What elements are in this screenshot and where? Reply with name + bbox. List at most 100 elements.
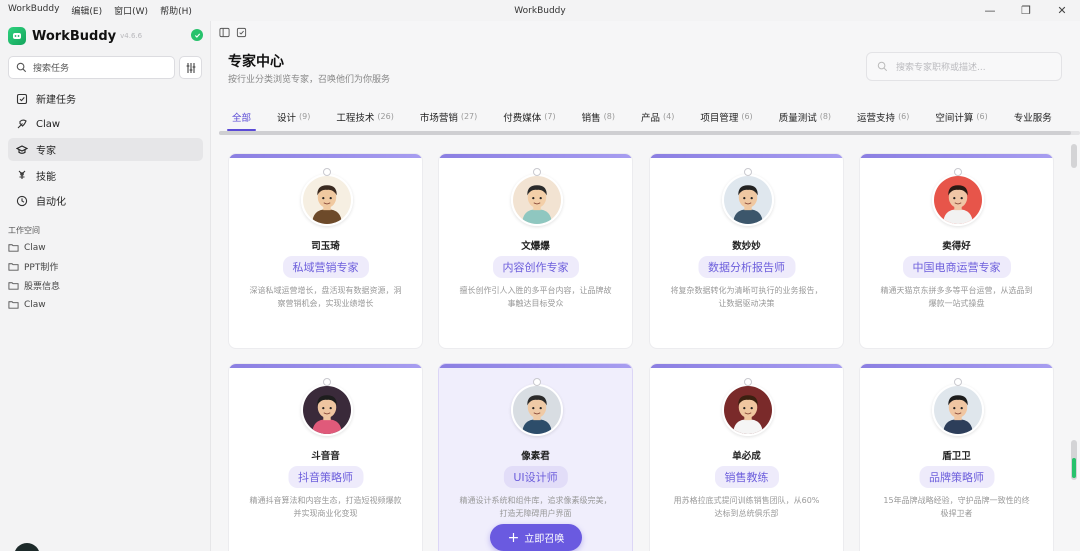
sidebar-item-claw[interactable]: Claw	[8, 113, 203, 136]
expert-card[interactable]: 司玉琦 私域营销专家 深谙私域运营增长，盘活现有数据资源，洞察营销机会，实现业绩增长	[228, 153, 423, 349]
user-avatar[interactable]	[14, 543, 40, 551]
title-bar: WorkBuddy 编辑(E) 窗口(W) 帮助(H) WorkBuddy — …	[0, 0, 1080, 21]
tab-category[interactable]: 付费媒体 (7)	[490, 101, 568, 132]
menu-help[interactable]: 帮助(H)	[160, 4, 192, 17]
card-accent-bar	[860, 154, 1053, 158]
summon-label: 立即召唤	[524, 534, 565, 545]
search-icon	[16, 62, 27, 73]
category-tabs: 全部 设计 (9) 工程技术 (26) 市场营销 (27) 付费媒体 (7) 销售 (8) 产品 (4)…	[219, 101, 1080, 132]
workbuddy-logo-icon	[8, 27, 26, 45]
tab-category[interactable]: 全部	[219, 101, 264, 132]
skill-icon	[18, 170, 26, 179]
expert-avatar	[722, 384, 774, 436]
expert-card[interactable]: 文爆爆 内容创作专家 擅长创作引人入胜的多平台内容，让品牌故事触达目标受众	[438, 153, 633, 349]
main-scrollbar[interactable]	[1071, 144, 1077, 551]
tab-count: (6)	[976, 112, 988, 121]
expert-card[interactable]: 卖得好 中国电商运营专家 精通天猫京东拼多多等平台运营，从选品到爆款一站式操盘	[859, 153, 1054, 349]
tab-category[interactable]: 工程技术 (26)	[323, 101, 406, 132]
tabs-scrollbar[interactable]	[219, 131, 1080, 135]
tab-label: 工程技术	[336, 112, 375, 124]
menu-bar: WorkBuddy 编辑(E) 窗口(W) 帮助(H)	[0, 4, 192, 17]
expert-card[interactable]: 数妙妙 数据分析报告师 将复杂数据转化为清晰可执行的业务报告，让数据驱动决策	[649, 153, 844, 349]
sidebar-item-experts[interactable]: 专家	[8, 138, 203, 161]
edit-icon	[16, 93, 28, 104]
sidebar-item-label: 技能	[36, 171, 56, 183]
tab-count: (6)	[741, 112, 753, 121]
tab-count: (7)	[544, 112, 556, 121]
expert-name: 斗音音	[311, 451, 340, 462]
tab-category[interactable]: 质量测试 (8)	[766, 101, 844, 132]
sidebar-item-label: 专家	[36, 146, 56, 157]
tab-count: (9)	[299, 112, 311, 121]
expert-description: 用苏格拉底式提问训练销售团队，从60%达标到总统俱乐部	[673, 496, 820, 518]
card-accent-bar	[650, 364, 843, 368]
page-subtitle: 按行业分类浏览专家，召唤他们为你服务	[228, 75, 391, 85]
sidebar-item-label: 新建任务	[36, 95, 76, 106]
expert-description: 擅长创作引人入胜的多平台内容，让品牌故事触达目标受众	[459, 286, 612, 308]
panel-toggle-icon[interactable]	[219, 27, 230, 38]
tab-count: (8)	[603, 112, 615, 121]
tab-category[interactable]: 销售 (8)	[569, 101, 628, 132]
tab-label: 设计	[277, 112, 297, 124]
folder-icon	[8, 263, 19, 271]
menu-window[interactable]: 窗口(W)	[114, 4, 148, 17]
tab-label: 市场营销	[419, 112, 458, 124]
expert-role-badge: 内容创作专家	[492, 256, 579, 278]
sidebar: WorkBuddy v4.6.6 搜索任务 新建任务 Claw 专家 技能 自动…	[0, 21, 211, 551]
pin-icon	[744, 168, 752, 176]
plus-icon: +	[507, 529, 520, 546]
card-accent-bar	[439, 364, 632, 368]
expert-center: 专家中心 按行业分类浏览专家，召唤他们为你服务 搜索专家职称或描述... 全部设…	[211, 21, 1080, 551]
tab-label: 空间计算	[935, 112, 974, 124]
sidebar-item-label: 自动化	[36, 197, 66, 208]
tab-category[interactable]: 项目管理 (6)	[687, 101, 765, 132]
tab-category[interactable]: 专业服务	[1001, 101, 1065, 132]
tab-category[interactable]: 空间计算 (6)	[922, 101, 1000, 132]
workspace-item[interactable]: Claw	[8, 238, 203, 257]
expert-avatar	[511, 384, 563, 436]
summon-button[interactable]: + 立即召唤	[490, 524, 582, 551]
expert-role-badge: 中国电商运营专家	[902, 256, 1011, 278]
tab-label: 产品	[640, 112, 660, 124]
sync-status-icon[interactable]	[191, 29, 203, 41]
expert-card[interactable]: 盾卫卫 品牌策略师 15年品牌战略经验，守护品牌一致性的终极捍卫者	[859, 363, 1054, 551]
sidebar-item-skills[interactable]: 技能	[8, 164, 203, 187]
pin-icon	[954, 378, 962, 386]
expert-name: 像素君	[521, 451, 550, 462]
menu-edit[interactable]: 编辑(E)	[71, 4, 102, 17]
card-accent-bar	[229, 154, 422, 158]
pin-icon	[744, 378, 752, 386]
expert-role-badge: UI设计师	[503, 466, 568, 488]
expert-role-badge: 私域营销专家	[282, 256, 369, 278]
sidebar-item-new-task[interactable]: 新建任务	[8, 87, 203, 110]
workspace-item[interactable]: PPT制作	[8, 257, 203, 276]
expert-card[interactable]: 像素君 UI设计师 精通设计系统和组件库，追求像素级完美，打造无障碍用户界面	[438, 363, 633, 551]
brand: WorkBuddy v4.6.6	[8, 27, 142, 45]
tab-category[interactable]: 产品 (4)	[628, 101, 687, 132]
sidebar-item-automation[interactable]: 自动化	[8, 189, 203, 212]
brand-name: WorkBuddy	[32, 28, 117, 44]
expert-role-badge: 品牌策略师	[919, 466, 994, 488]
tab-category[interactable]: 市场营销 (27)	[407, 101, 490, 132]
expert-name: 司玉琦	[311, 241, 340, 252]
filter-button[interactable]	[179, 56, 202, 79]
task-search-input[interactable]: 搜索任务	[8, 56, 175, 79]
workspace-item[interactable]: 股票信息	[8, 276, 203, 295]
menu-app[interactable]: WorkBuddy	[8, 4, 59, 17]
tab-category[interactable]: 设计 (9)	[264, 101, 323, 132]
expert-card[interactable]: 斗音音 抖音策略师 精通抖音算法和内容生态，打造短视频爆款并实现商业化变现	[228, 363, 423, 551]
maximize-icon[interactable]: ❐	[1008, 0, 1044, 21]
expert-search-placeholder: 搜索专家职称或描述...	[896, 63, 986, 73]
expert-avatar	[932, 174, 984, 226]
minimize-icon[interactable]: —	[972, 0, 1008, 21]
expert-avatar	[301, 174, 353, 226]
close-icon[interactable]: ✕	[1044, 0, 1080, 21]
tab-count: (4)	[662, 112, 675, 121]
expert-search-input[interactable]: 搜索专家职称或描述...	[866, 52, 1062, 81]
expert-role-badge: 数据分析报告师	[698, 256, 795, 278]
tab-label: 项目管理	[700, 112, 739, 124]
workspace-item[interactable]: Claw	[8, 295, 203, 314]
new-task-icon[interactable]	[236, 27, 247, 38]
expert-card[interactable]: 单必成 销售教练 用苏格拉底式提问训练销售团队，从60%达标到总统俱乐部	[649, 363, 844, 551]
tab-category[interactable]: 运营支持 (6)	[844, 101, 922, 132]
